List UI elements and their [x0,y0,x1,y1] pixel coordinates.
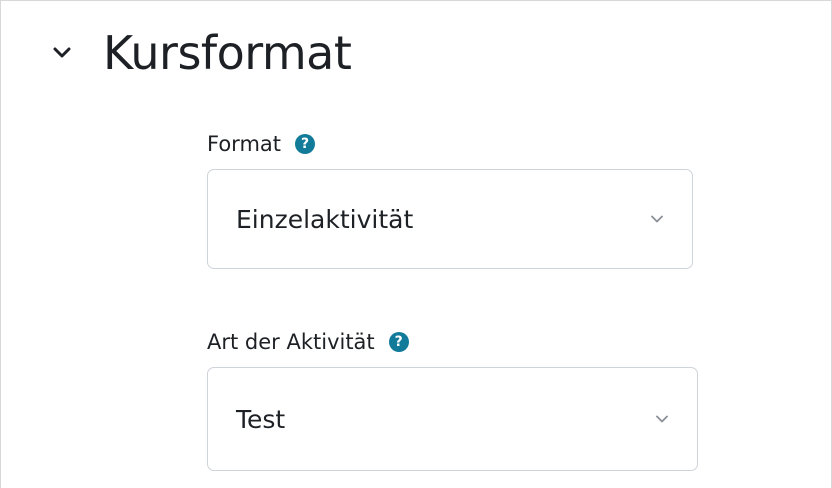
format-select-value: Einzelaktivität [236,204,414,234]
chevron-down-icon [650,212,664,226]
format-field: Format ? Einzelaktivität [207,129,693,269]
activity-type-field: Art der Aktivität ? Test [207,327,698,471]
activity-type-select[interactable]: Test [207,367,698,471]
activity-type-select-value: Test [236,404,286,434]
activity-type-label: Art der Aktivität [207,330,375,354]
section-header-kursformat[interactable]: Kursformat [49,21,352,85]
course-format-panel: Kursformat Format ? Einzelaktivität Art … [0,0,832,488]
format-select[interactable]: Einzelaktivität [207,169,693,269]
format-label: Format [207,132,282,156]
chevron-down-icon [655,412,669,426]
question-circle-icon[interactable]: ? [295,134,316,154]
activity-type-label-row: Art der Aktivität ? [207,327,698,357]
chevron-down-icon[interactable] [49,40,75,66]
question-circle-icon[interactable]: ? [388,332,409,352]
section-title: Kursformat [103,26,352,80]
format-label-row: Format ? [207,129,693,159]
